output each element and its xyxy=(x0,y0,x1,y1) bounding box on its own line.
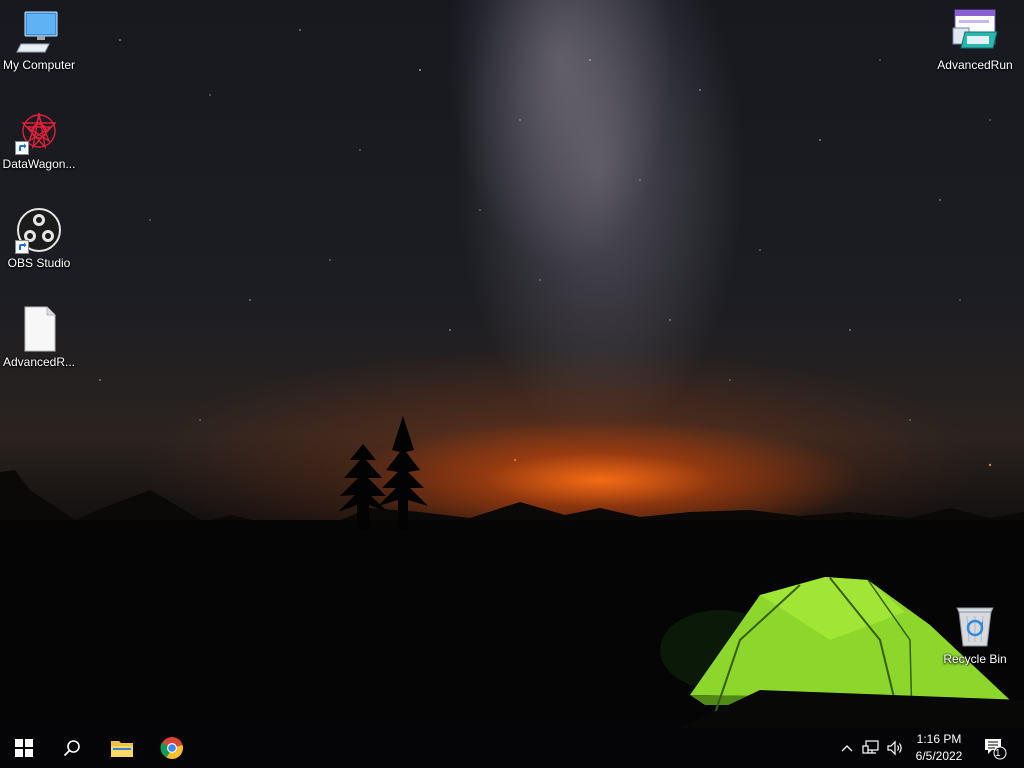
clock-date: 6/5/2022 xyxy=(915,749,963,763)
shortcut-arrow-icon xyxy=(15,141,29,155)
tray-overflow-button[interactable] xyxy=(838,728,856,768)
desktop-icon-recycle-bin[interactable]: Recycle Bin xyxy=(936,602,1014,666)
windows-icon xyxy=(15,739,33,757)
volume-button[interactable] xyxy=(884,728,906,768)
desktop-wallpaper xyxy=(0,0,1024,728)
chrome-icon xyxy=(160,737,183,759)
taskbar-clock[interactable]: 1:16 PM 6/5/2022 xyxy=(904,731,974,765)
chevron-up-icon xyxy=(841,745,853,752)
desktop-icon-advancedrun-file[interactable]: AdvancedR... xyxy=(0,305,78,369)
desktop-icon-label: My Computer xyxy=(2,58,76,72)
advancedrun-icon xyxy=(951,8,999,56)
folder-icon xyxy=(111,741,133,757)
obs-icon xyxy=(15,206,63,254)
desktop-icon-label: DataWagon... xyxy=(2,157,76,171)
start-button[interactable] xyxy=(0,728,48,768)
file-icon xyxy=(15,305,63,353)
action-center-button[interactable]: 1 xyxy=(978,728,1012,768)
desktop-icon-my-computer[interactable]: My Computer xyxy=(0,8,78,72)
wallpaper-scene xyxy=(0,29,1024,728)
taskbar: 1:16 PM 6/5/2022 1 xyxy=(0,728,1024,768)
clock-time: 1:16 PM xyxy=(916,732,962,746)
desktop-icon-label: Recycle Bin xyxy=(943,652,1007,666)
recycle-bin-icon xyxy=(951,602,999,650)
desktop-icon-advancedrun[interactable]: AdvancedRun xyxy=(936,8,1014,72)
search-icon xyxy=(63,740,80,757)
computer-icon xyxy=(15,8,63,56)
desktop-icon-label: AdvancedR... xyxy=(2,355,76,369)
desktop-icon-label: OBS Studio xyxy=(7,256,71,270)
shortcut-arrow-icon xyxy=(15,240,29,254)
network-button[interactable] xyxy=(860,728,882,768)
file-explorer-button[interactable] xyxy=(98,728,146,768)
desktop-icon-obs-studio[interactable]: OBS Studio xyxy=(0,206,78,270)
desktop-icon-label: AdvancedRun xyxy=(937,58,1013,72)
notification-count-badge: 1 xyxy=(995,748,1001,759)
chrome-button[interactable] xyxy=(148,728,196,768)
datawagon-icon xyxy=(15,107,63,155)
desktop-icon-datawagon[interactable]: DataWagon... xyxy=(0,107,78,171)
search-button[interactable] xyxy=(48,728,96,768)
volume-icon xyxy=(887,740,902,756)
network-icon xyxy=(862,740,879,754)
